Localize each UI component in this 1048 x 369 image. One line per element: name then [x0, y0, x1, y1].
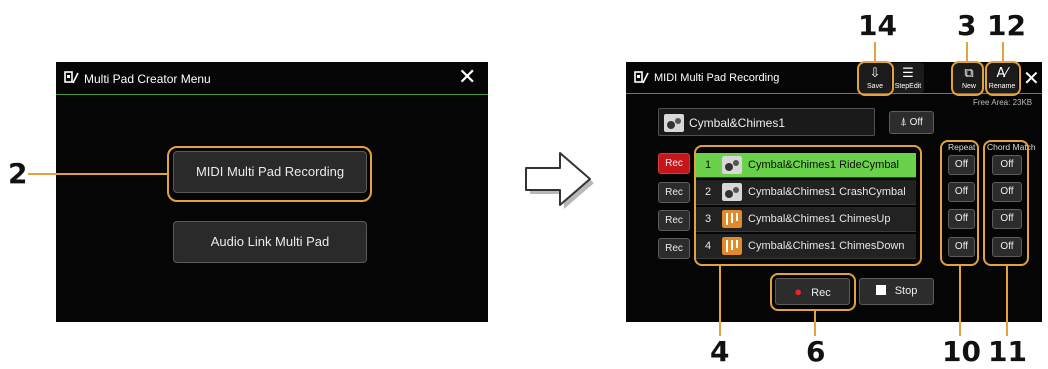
arrow-right-icon	[525, 152, 594, 209]
free-area-readout: Free Area: 23KB	[973, 98, 1033, 107]
callout-6-highlight	[770, 273, 856, 311]
callout-11-highlight	[983, 140, 1029, 266]
callout-10-leader	[959, 266, 961, 336]
callout-14-leader	[874, 42, 876, 61]
transport-stop-button[interactable]: Stop	[859, 278, 934, 305]
metronome-state: Off	[909, 117, 923, 128]
pad-creator-icon	[64, 71, 79, 84]
audio-link-multi-pad-button[interactable]: Audio Link Multi Pad	[173, 221, 367, 263]
bank-name-field[interactable]: Cymbal&Chimes1	[658, 108, 875, 136]
recording-title: MIDI Multi Pad Recording	[654, 72, 780, 84]
callout-12-leader	[1002, 42, 1004, 61]
callout-4: 4	[710, 335, 730, 368]
callout-6: 6	[806, 335, 826, 368]
callout-11: 11	[988, 335, 1027, 368]
callout-12-highlight	[985, 61, 1021, 96]
transport-stop-label: Stop	[894, 285, 918, 297]
callout-3-highlight	[951, 61, 984, 96]
callout-14: 14	[858, 9, 897, 42]
callout-10-highlight	[940, 140, 979, 266]
callout-3-leader	[966, 42, 968, 61]
pad4-rec-button[interactable]: Rec	[658, 238, 690, 259]
pad1-rec-button[interactable]: Rec	[658, 153, 690, 174]
callout-2: 2	[8, 157, 28, 190]
pad2-rec-button[interactable]: Rec	[658, 182, 690, 203]
callout-2-highlight	[167, 146, 372, 202]
metronome-icon: ⍋	[900, 116, 907, 128]
metronome-toggle[interactable]: ⍋ Off	[889, 111, 934, 134]
step-edit-icon: ☰	[902, 66, 914, 81]
callout-11-leader	[1006, 266, 1008, 336]
callout-14-highlight	[857, 61, 894, 96]
stop-square-icon	[875, 285, 886, 295]
creator-menu-titlebar: Multi Pad Creator Menu ✕	[56, 62, 488, 95]
callout-4-leader	[719, 266, 721, 336]
callout-6-leader	[814, 311, 816, 336]
pad3-rec-button[interactable]: Rec	[658, 210, 690, 231]
close-icon[interactable]: ✕	[1023, 66, 1040, 90]
step-edit-button[interactable]: ☰ StepEdit	[892, 63, 924, 93]
callout-10: 10	[942, 335, 981, 368]
step-edit-label: StepEdit	[894, 83, 922, 90]
callout-3: 3	[957, 9, 977, 42]
callout-4-highlight	[694, 145, 922, 266]
bank-name: Cymbal&Chimes1	[689, 116, 786, 130]
callout-12: 12	[987, 9, 1026, 42]
pad-creator-icon	[634, 71, 649, 84]
callout-2-leader	[28, 173, 167, 175]
creator-menu-title: Multi Pad Creator Menu	[84, 72, 211, 86]
drum-kit-icon	[664, 114, 684, 132]
close-icon[interactable]: ✕	[458, 65, 476, 90]
